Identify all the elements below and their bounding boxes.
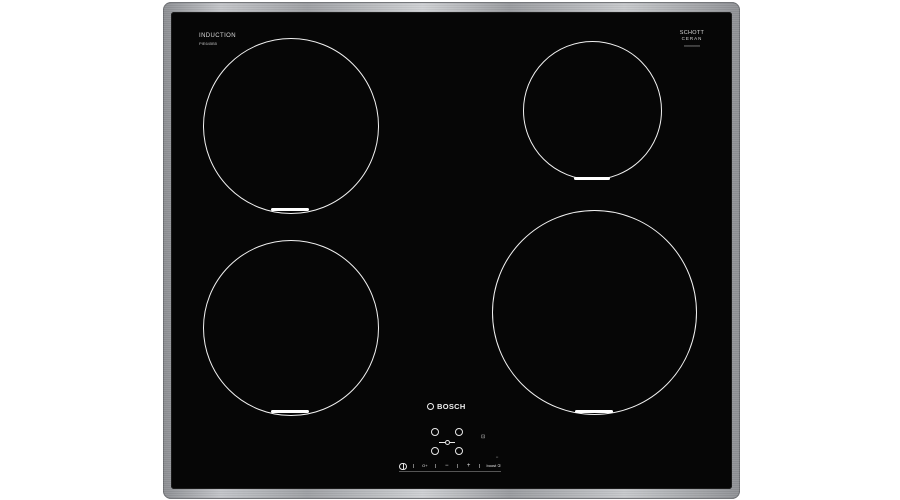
- boost-button[interactable]: boost ①: [487, 464, 501, 468]
- touch-control-strip: O+ − + boost ①: [399, 462, 501, 470]
- divider: [457, 464, 459, 468]
- bosch-brand-logo: BOSCH: [427, 402, 466, 411]
- zone-marker-front-right: [575, 410, 613, 413]
- divider: [435, 464, 437, 468]
- brand-name-text: BOSCH: [437, 402, 466, 411]
- minus-button[interactable]: −: [443, 463, 451, 469]
- select-zone-front-right-button[interactable]: [455, 447, 463, 455]
- zone-marker-rear-right: [574, 177, 610, 180]
- glass-code-text: XXXXXXXX: [683, 44, 700, 48]
- zone-marker-rear-left: [271, 208, 309, 211]
- divider: [479, 464, 481, 468]
- induction-label: INDUCTION PIE645B5: [199, 33, 236, 46]
- zone-selector-cluster: [431, 428, 467, 458]
- key-lock-button[interactable]: O+: [421, 464, 429, 468]
- cooking-zone-front-left: [203, 240, 379, 416]
- cooking-zone-rear-left: [203, 38, 379, 214]
- select-zone-front-left-button[interactable]: [431, 447, 439, 455]
- cooking-zone-rear-right: [523, 41, 662, 180]
- cooking-zone-front-right: [492, 210, 697, 415]
- control-strip-underline: [399, 471, 501, 472]
- watt-marker-icon: ═: [496, 455, 499, 459]
- induction-type-text: INDUCTION: [199, 33, 236, 39]
- power-icon: [399, 462, 407, 470]
- divider-line: [450, 442, 455, 443]
- select-zone-rear-left-button[interactable]: [431, 428, 439, 436]
- schott-ceran-logo: SCHOTT CERAN XXXXXXXX: [676, 30, 708, 48]
- select-zone-rear-right-button[interactable]: [455, 428, 463, 436]
- bosch-armature-icon: [427, 403, 434, 410]
- model-number-text: PIE645B5: [199, 41, 218, 46]
- ceran-text: CERAN: [681, 36, 703, 41]
- plus-button[interactable]: +: [465, 463, 473, 469]
- zone-marker-front-left: [271, 410, 309, 413]
- divider-line: [439, 442, 445, 443]
- power-button[interactable]: [399, 462, 407, 470]
- timer-icon[interactable]: ⊡: [481, 434, 485, 440]
- divider: [413, 464, 415, 468]
